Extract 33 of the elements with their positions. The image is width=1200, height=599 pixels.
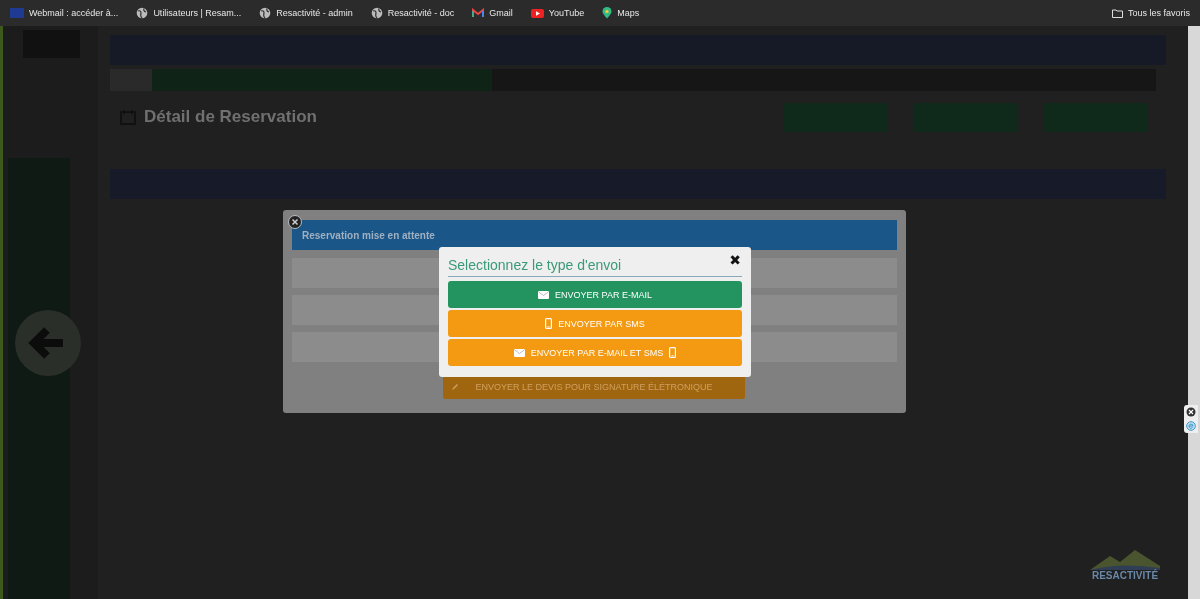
all-bookmarks-link[interactable]: Tous les favoris xyxy=(1107,6,1194,20)
bookmark-link[interactable]: Resactivité - doc xyxy=(366,5,459,21)
bookmark-link[interactable]: Webmail : accéder à... xyxy=(6,6,123,20)
tab[interactable] xyxy=(110,69,152,91)
status-banner: Reservation mise en attente xyxy=(292,220,897,250)
close-icon[interactable] xyxy=(1186,407,1196,417)
bookmark-link[interactable]: Gmail xyxy=(468,6,517,20)
phone-icon xyxy=(545,318,553,329)
close-button[interactable]: ✖ xyxy=(729,253,741,267)
pencil-icon xyxy=(451,383,459,391)
flag-icon xyxy=(10,8,24,18)
mail-icon xyxy=(472,8,485,18)
company-logo: RESACTIVITÉ xyxy=(1090,548,1160,581)
bookmark-link[interactable]: Maps xyxy=(598,5,644,21)
scrollbar[interactable] xyxy=(1188,26,1200,599)
map-pin-icon xyxy=(602,7,613,19)
circle-e-icon[interactable] xyxy=(1186,421,1196,431)
extension-widget[interactable] xyxy=(1184,405,1198,433)
play-icon xyxy=(530,8,544,18)
globe-icon xyxy=(136,7,149,19)
close-icon[interactable] xyxy=(288,215,302,229)
send-option-button[interactable]: ENVOYER PAR E-MAIL xyxy=(448,281,742,308)
page-title: Détail de Reservation xyxy=(144,107,318,127)
folder-icon xyxy=(1111,8,1123,18)
envelope-icon xyxy=(513,348,525,357)
dialog-title: Selectionnez le type d'envoi xyxy=(448,257,622,273)
phone-icon xyxy=(669,347,677,358)
bookmark-link[interactable]: Utilisateurs | Resam... xyxy=(132,5,246,21)
globe-icon xyxy=(370,7,383,19)
bookmark-link[interactable]: Resactivité - admin xyxy=(255,5,357,21)
globe-icon xyxy=(259,7,272,19)
bookmark-link[interactable]: YouTube xyxy=(526,6,589,20)
envelope-icon xyxy=(538,290,550,299)
